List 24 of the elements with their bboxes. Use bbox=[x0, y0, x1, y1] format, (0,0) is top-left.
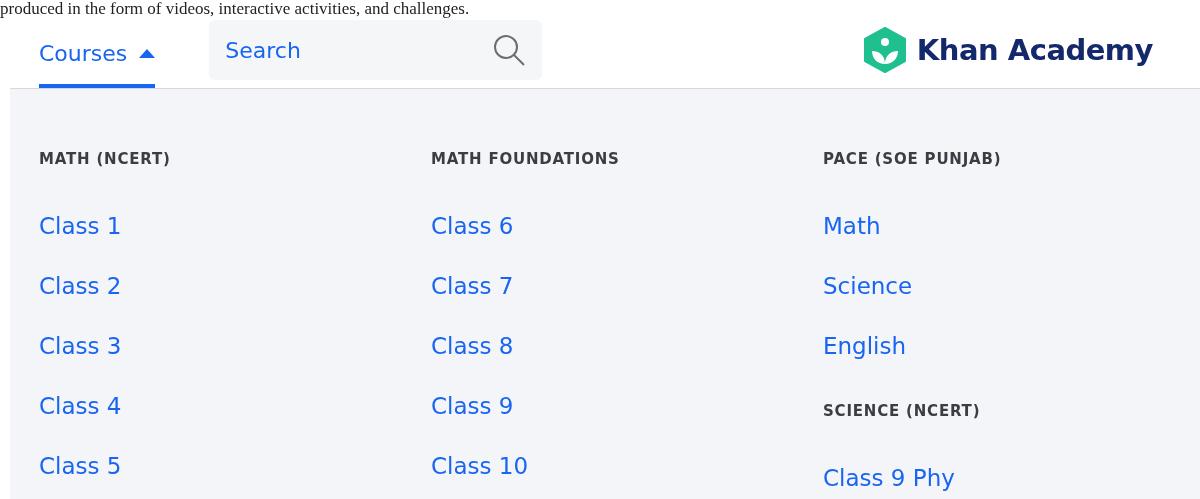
caret-icon bbox=[139, 48, 156, 58]
category-heading: MATH FOUNDATIONS bbox=[431, 150, 620, 168]
course-link[interactable]: Class 6 bbox=[431, 211, 514, 241]
page-text: produced in the form of videos, interactive activities, and challenges. bbox=[0, 0, 470, 18]
course-link[interactable]: Class 9 Phy bbox=[823, 463, 955, 493]
category-heading: SCIENCE (NCERT) bbox=[823, 402, 981, 420]
course-link[interactable]: Class 8 bbox=[431, 331, 514, 361]
course-link[interactable]: Class 7 bbox=[431, 271, 514, 301]
search-icon bbox=[492, 33, 527, 67]
course-link[interactable]: Class 10 bbox=[431, 451, 529, 481]
course-link[interactable]: English bbox=[823, 331, 907, 361]
search-field[interactable]: Search bbox=[209, 20, 543, 80]
course-link[interactable]: Class 4 bbox=[39, 391, 122, 421]
logo-text[interactable]: Khan Academy bbox=[916, 33, 1153, 67]
course-link[interactable]: Science bbox=[823, 271, 913, 301]
course-link[interactable]: Class 3 bbox=[39, 331, 122, 361]
course-link[interactable]: Class 5 bbox=[39, 451, 122, 481]
course-link[interactable]: Class 1 bbox=[39, 211, 122, 241]
category-heading: PACE (SOE PUNJAB) bbox=[823, 150, 1002, 168]
course-link[interactable]: Class 9 bbox=[431, 391, 514, 421]
course-link[interactable]: Class 2 bbox=[39, 271, 122, 301]
category-heading: MATH (NCERT) bbox=[39, 150, 171, 168]
leaf-hexagon-icon bbox=[862, 27, 907, 73]
course-link[interactable]: Math bbox=[823, 211, 881, 241]
